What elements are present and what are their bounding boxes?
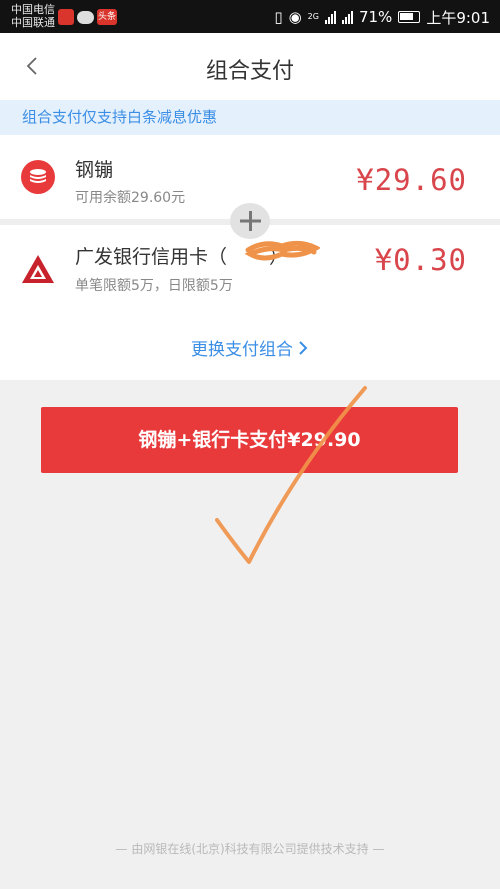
nav-bar: 组合支付 bbox=[0, 33, 500, 100]
chat-bubble-icon bbox=[77, 10, 94, 24]
chevron-right-icon bbox=[299, 340, 308, 355]
payment-amount: ¥0.30 bbox=[374, 243, 467, 277]
status-right: ▯ ◉ 2G 71% 上午9:01 bbox=[274, 8, 490, 27]
bank-logo-icon bbox=[21, 253, 55, 285]
plus-icon bbox=[230, 203, 270, 239]
change-combination-label: 更换支付组合 bbox=[191, 340, 293, 360]
change-combination-link[interactable]: 更换支付组合 bbox=[0, 335, 500, 360]
battery-percent: 71% bbox=[358, 8, 393, 26]
notification-icons: 头条 bbox=[58, 8, 117, 26]
eye-icon: ◉ bbox=[288, 8, 302, 26]
clock: 上午9:01 bbox=[426, 8, 490, 27]
redaction-scribble bbox=[244, 240, 320, 261]
network-tag: 2G bbox=[307, 12, 319, 21]
signal-icon-2 bbox=[341, 10, 353, 24]
bank-card-name: 广发银行信用卡（ bbox=[75, 246, 228, 268]
status-bar: 中国电信 中国联通 头条 ▯ ◉ 2G 71% 上午9:01 bbox=[0, 0, 500, 33]
carrier-labels: 中国电信 中国联通 bbox=[11, 3, 55, 29]
payment-name: 钢镚 bbox=[75, 159, 114, 181]
payment-subtitle: 可用余额29.60元 bbox=[75, 190, 186, 206]
page-title: 组合支付 bbox=[205, 59, 294, 84]
pay-button[interactable]: 钢镚+银行卡支付¥29.90 bbox=[41, 407, 458, 473]
toutiao-icon: 头条 bbox=[97, 9, 117, 25]
app-notification-icon bbox=[58, 9, 74, 25]
notice-banner: 组合支付仅支持白条减息优惠 bbox=[0, 100, 500, 135]
payment-amount: ¥29.60 bbox=[356, 163, 467, 197]
carrier-2: 中国联通 bbox=[11, 16, 55, 29]
signal-icon-1 bbox=[324, 10, 336, 24]
footer-text: — 由网银在线(北京)科技有限公司提供技术支持 — bbox=[115, 842, 385, 856]
battery-icon bbox=[398, 11, 421, 23]
vibrate-icon: ▯ bbox=[274, 8, 283, 26]
coin-stack-icon bbox=[21, 160, 55, 194]
carrier-1: 中国电信 bbox=[11, 3, 55, 16]
payment-subtitle: 单笔限额5万，日限额5万 bbox=[75, 278, 233, 294]
